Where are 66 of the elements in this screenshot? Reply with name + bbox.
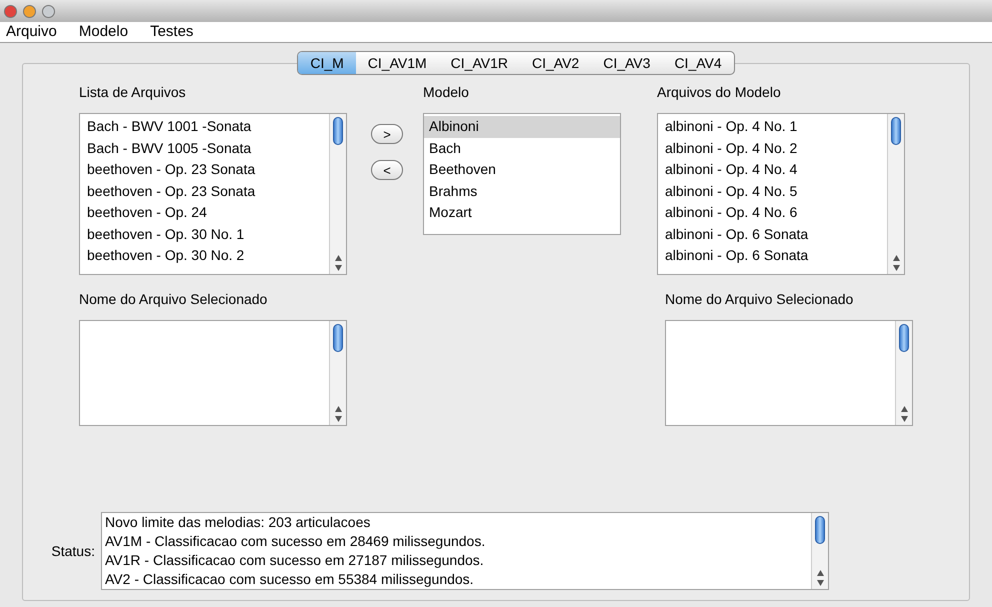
tab[interactable]: CI_AV1R (438, 52, 520, 74)
list-item[interactable]: Bach - BWV 1001 -Sonata (87, 116, 329, 138)
menu-item[interactable]: Testes (150, 20, 194, 44)
file-list[interactable]: albinoni - Op. 4 No. 1 albinoni - Op. 4 No. 2 albinoni - Op. 4 No. 4 albinoni - Op. 4 No. 5 albinoni - Op. 4 No. 6 albinoni - Op. 6 Sonata albinoni - Op. 6 Sonata (657, 113, 905, 275)
scroll-down-icon[interactable] (900, 416, 908, 422)
scroll-down-icon[interactable] (892, 265, 900, 271)
list-label: Modelo (423, 83, 470, 102)
zoom-button[interactable] (42, 4, 55, 18)
list-item[interactable]: Beethoven (424, 159, 620, 180)
scrollbar[interactable] (895, 321, 912, 425)
move-button[interactable]: > (371, 124, 403, 144)
list-item[interactable]: Mozart (424, 202, 620, 224)
close-button[interactable] (4, 4, 17, 18)
scroll-thumb[interactable] (891, 117, 901, 145)
list-item[interactable]: albinoni - Op. 4 No. 6 (665, 202, 887, 224)
minimize-button[interactable] (23, 4, 36, 18)
list-item[interactable]: albinoni - Op. 4 No. 1 (665, 116, 887, 138)
list-item[interactable]: Bach (424, 138, 620, 159)
list-item[interactable]: beethoven - Op. 30 No. 2 (87, 245, 329, 266)
list-item[interactable]: albinoni - Op. 6 Sonata (665, 224, 887, 245)
list-item[interactable]: albinoni - Op. 4 No. 5 (665, 180, 887, 202)
tab[interactable]: CI_M (298, 52, 356, 74)
scrollbar[interactable] (811, 513, 828, 589)
scroll-down-icon[interactable] (816, 580, 824, 586)
log-line: AV1M - Classificacao com sucesso em 28469 milissegundos. (105, 532, 486, 551)
scroll-thumb[interactable] (333, 117, 343, 145)
scrollbar[interactable] (329, 114, 346, 274)
tab[interactable]: CI_AV4 (662, 52, 734, 74)
scroll-up-icon[interactable] (892, 255, 900, 261)
file-list[interactable]: Bach - BWV 1001 -Sonata Bach - BWV 1005 -Sonata beethoven - Op. 23 Sonata beethoven - Op. 23 Sonata beethoven - Op. 24 beethoven - Op. 30 No. 1 beethoven - Op. 30 No. 2 (79, 113, 347, 275)
scroll-up-icon[interactable] (816, 570, 824, 576)
scroll-down-icon[interactable] (334, 416, 342, 422)
field-label: Nome do Arquivo Selecionado (665, 290, 854, 309)
list-item[interactable]: albinoni - Op. 4 No. 4 (665, 159, 887, 180)
log-line: Novo limite das melodias: 203 articulacoes (105, 513, 372, 532)
status-label: Status: (50, 542, 95, 560)
field-label: Nome do Arquivo Selecionado (79, 290, 268, 309)
list-item[interactable]: Albinoni (424, 116, 620, 138)
scroll-thumb[interactable] (815, 516, 825, 544)
menu-item[interactable]: Modelo (78, 20, 128, 44)
scroll-thumb[interactable] (333, 324, 343, 352)
log-line: AV2 - Classificacao com sucesso em 55384 milissegundos. (105, 570, 475, 589)
log-line: AV1R - Classificacao com sucesso em 27187 milissegundos. (105, 551, 485, 570)
list-label: Lista de Arquivos (79, 83, 187, 102)
menu-item[interactable]: Arquivo (6, 20, 57, 44)
scroll-up-icon[interactable] (334, 406, 342, 412)
list-item[interactable]: beethoven - Op. 23 Sonata (87, 159, 329, 180)
scroll-up-icon[interactable] (900, 406, 908, 412)
scrollbar[interactable] (329, 321, 346, 425)
scroll-up-icon[interactable] (334, 255, 342, 261)
list-item[interactable]: Bach - BWV 1005 -Sonata (87, 138, 329, 159)
list-item[interactable]: albinoni - Op. 6 Sonata (665, 245, 887, 266)
list-item[interactable]: beethoven - Op. 23 Sonata (87, 180, 329, 202)
list-label: Arquivos do Modelo (657, 83, 782, 102)
list-item[interactable]: albinoni - Op. 4 No. 2 (665, 138, 887, 159)
list-item[interactable]: beethoven - Op. 24 (87, 202, 329, 224)
tab[interactable]: CI_AV3 (591, 52, 662, 74)
scroll-thumb[interactable] (899, 324, 909, 352)
scroll-down-icon[interactable] (334, 265, 342, 271)
tab[interactable]: CI_AV1M (356, 52, 439, 74)
model-list[interactable]: Albinoni Bach Beethoven Brahms Mozart (423, 113, 621, 235)
list-item[interactable]: beethoven - Op. 30 No. 1 (87, 224, 329, 245)
scrollbar[interactable] (887, 114, 904, 274)
list-item[interactable]: Brahms (424, 180, 620, 202)
tab[interactable]: CI_AV2 (520, 52, 592, 74)
move-button[interactable]: < (371, 160, 403, 180)
